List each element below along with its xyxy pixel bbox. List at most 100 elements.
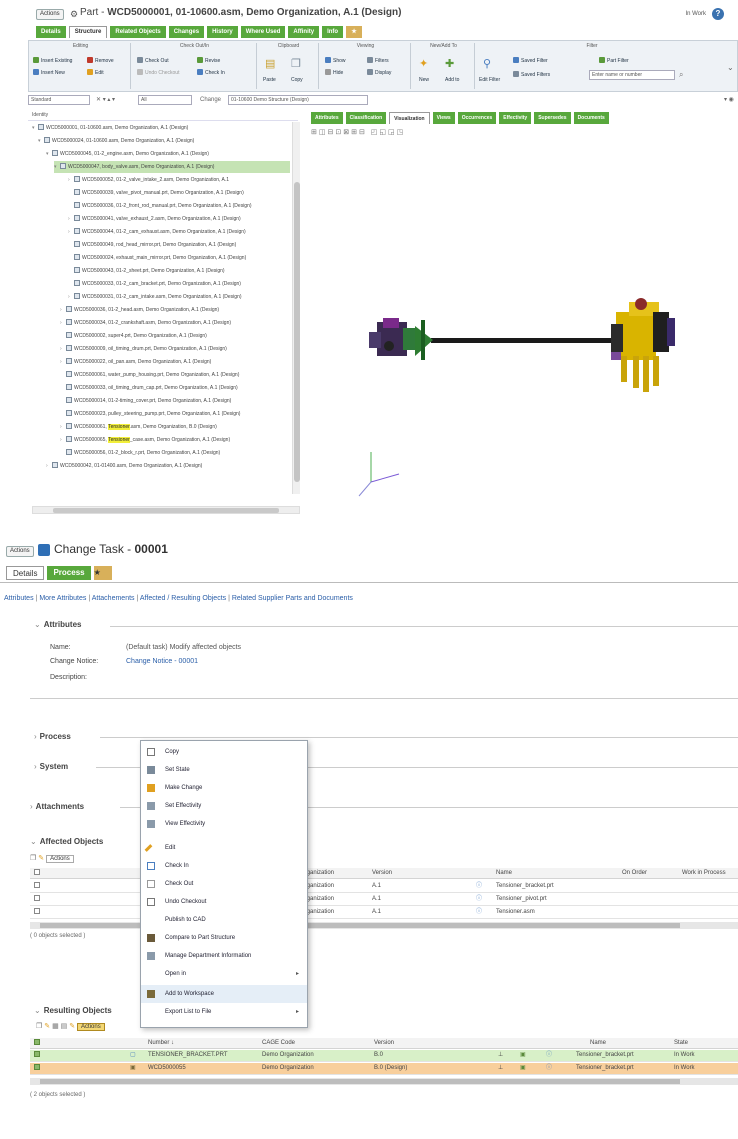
- column-on-order[interactable]: On Order: [622, 868, 647, 878]
- view-icon[interactable]: ▣: [520, 1063, 526, 1074]
- link-affected-resulting[interactable]: Affected / Resulting Objects: [140, 595, 226, 602]
- clear-search-icon[interactable]: ✕ ▾ ▴ ▾: [96, 95, 115, 105]
- filter-search-icon[interactable]: ⌕: [679, 70, 683, 80]
- show-button[interactable]: Show: [325, 57, 346, 64]
- tab-details[interactable]: Details: [36, 26, 66, 38]
- tree-row[interactable]: WCD5000033, 01-2_cam_bracket.prt, Demo O…: [74, 278, 241, 290]
- grid-icon[interactable]: ▦: [52, 1023, 59, 1030]
- menu-item-copy[interactable]: Copy: [141, 743, 307, 761]
- edit-pencil-icon[interactable]: ✎: [44, 1023, 50, 1030]
- info-icon[interactable]: ⓘ: [546, 1063, 552, 1074]
- table-row-selected[interactable]: ▢ TENSIONER_BRACKET.PRT Demo Organizatio…: [30, 1050, 738, 1062]
- insert-existing-button[interactable]: Insert Existing: [33, 57, 72, 64]
- menu-item-publish-to-cad[interactable]: Publish to CAD: [141, 911, 307, 929]
- actions-menu-button[interactable]: Actions: [6, 546, 34, 557]
- hide-button[interactable]: Hide: [325, 69, 343, 76]
- tree-row[interactable]: › WCD5000041, valve_exhaust_2.asm, Demo O…: [68, 213, 241, 225]
- edit-pencil-icon[interactable]: ✎: [38, 855, 44, 862]
- tab-add-star-icon[interactable]: ★: [346, 26, 363, 38]
- section-affected-objects[interactable]: ⌄ Affected Objects: [30, 837, 103, 846]
- tree-row[interactable]: › WCD5000022, oil_pan.asm, Demo Organizat…: [60, 356, 211, 368]
- tree-header[interactable]: Identity: [28, 112, 298, 121]
- copy-icon[interactable]: ❐: [30, 855, 36, 862]
- tree-horizontal-scrollbar[interactable]: [32, 506, 300, 514]
- tree-row[interactable]: › WCD5000052, 01-2_valve_intake_2.asm, De…: [68, 174, 229, 186]
- info-icon[interactable]: ⓘ: [546, 1050, 552, 1061]
- viewer-toolbar[interactable]: ⊞◫⊟⊡⊠⊞⊟ ◰◱◲◳: [311, 128, 405, 138]
- copy-icon[interactable]: ❐: [36, 1023, 42, 1030]
- view-select[interactable]: All: [138, 95, 192, 105]
- menu-item-manage-department[interactable]: Manage Department Information: [141, 947, 307, 965]
- tree-row[interactable]: WCD5000023, pulley_steering_pump.prt, De…: [66, 408, 240, 420]
- select-all-checkbox[interactable]: [34, 1038, 40, 1048]
- ribbon-collapse-chevron-icon[interactable]: ⌄: [727, 63, 734, 72]
- display-button[interactable]: Display: [367, 69, 391, 76]
- menu-item-edit[interactable]: Edit: [141, 839, 307, 857]
- scrollbar-thumb[interactable]: [294, 182, 300, 482]
- tab-visualization[interactable]: Visualization: [389, 112, 430, 124]
- change-view-button[interactable]: Change: [200, 95, 221, 105]
- tab-history[interactable]: History: [207, 26, 238, 38]
- tab-where-used[interactable]: Where Used: [240, 26, 286, 38]
- tab-classification[interactable]: Classification: [345, 112, 387, 124]
- tab-effectivity[interactable]: Effectivity: [499, 112, 532, 124]
- row-checkbox[interactable]: [34, 907, 40, 918]
- section-process[interactable]: › Process: [34, 732, 71, 741]
- column-name[interactable]: Name: [496, 868, 512, 878]
- column-state[interactable]: State: [674, 1038, 688, 1048]
- edit-button[interactable]: Edit: [87, 69, 104, 76]
- filters-button[interactable]: Filters: [367, 57, 389, 64]
- tree-row[interactable]: WCD5000043, 01-2_sheet.prt, Demo Organiz…: [74, 265, 225, 277]
- link-more-attributes[interactable]: More Attributes: [39, 595, 86, 602]
- menu-item-undo-checkout[interactable]: Undo Checkout: [141, 893, 307, 911]
- change-notice-link[interactable]: Change Notice - 00001: [126, 658, 198, 665]
- undo-checkout-button[interactable]: Undo Checkout: [137, 69, 179, 76]
- tab-process[interactable]: Process: [47, 566, 91, 580]
- info-icon[interactable]: ⓘ: [476, 894, 482, 905]
- tab-documents[interactable]: Documents: [573, 112, 609, 124]
- tab-views[interactable]: Views: [432, 112, 455, 124]
- column-cage-code[interactable]: CAGE Code: [262, 1038, 295, 1048]
- link-attachments[interactable]: Attachements: [92, 595, 135, 602]
- menu-item-check-out[interactable]: Check Out: [141, 875, 307, 893]
- new-icon[interactable]: ✦: [419, 57, 428, 70]
- column-version[interactable]: Version: [372, 868, 392, 878]
- tree-row[interactable]: WCD5000036, 01-2_front_rod_manual.prt, D…: [74, 200, 252, 212]
- table-row[interactable]: Organization A.1 ⓘ Tensioner_pivot.prt: [30, 894, 738, 906]
- section-system[interactable]: › System: [34, 762, 68, 771]
- table-icon[interactable]: ▤: [61, 1023, 68, 1030]
- number-cell[interactable]: WCD5000055: [148, 1063, 186, 1074]
- section-resulting-objects[interactable]: ⌄ Resulting Objects: [34, 1006, 112, 1015]
- table-row-selected[interactable]: ▣ WCD5000055 Demo Organization B.0 (Desi…: [30, 1063, 738, 1075]
- check-in-button[interactable]: Check In: [197, 69, 225, 76]
- tree-row[interactable]: › WCD5000031, 01-2_cam_intake.asm, Demo O…: [68, 291, 242, 303]
- menu-item-set-state[interactable]: Set State: [141, 761, 307, 779]
- tree-row[interactable]: › WCD5000036, 01-2_head.asm, Demo Organiz…: [60, 304, 219, 316]
- tree-vertical-scrollbar[interactable]: [292, 122, 300, 494]
- tree-row-selected[interactable]: ▾ WCD5000047, body_valve.asm, Demo Organi…: [54, 161, 290, 173]
- column-work-in-process[interactable]: Work in Process: [682, 868, 726, 878]
- part-filter-button[interactable]: Part Filter: [599, 57, 629, 64]
- table-row[interactable]: Organization A.1 ⓘ Tensioner_bracket.prt: [30, 881, 738, 893]
- view-icon[interactable]: ▣: [520, 1050, 526, 1061]
- tab-occurrences[interactable]: Occurrences: [457, 112, 497, 124]
- tab-attributes[interactable]: Attributes: [311, 112, 343, 124]
- scrollbar-thumb[interactable]: [40, 1079, 680, 1084]
- tab-structure[interactable]: Structure: [68, 26, 108, 38]
- tree-row[interactable]: › WCD5000034, 01-2_crankshaft.asm, Demo O…: [60, 317, 231, 329]
- tree-row[interactable]: › WCD5000009, oil_timing_drum.prt, Demo O…: [60, 343, 227, 355]
- link-related-supplier[interactable]: Related Supplier Parts and Documents: [232, 595, 353, 602]
- tree-row[interactable]: WCD5000061, water_pump_housing.prt, Demo…: [66, 369, 239, 381]
- saved-filters-dropdown[interactable]: Saved Filters: [513, 71, 550, 78]
- menu-item-compare-part-structure[interactable]: Compare to Part Structure: [141, 929, 307, 947]
- tab-changes[interactable]: Changes: [168, 26, 205, 38]
- paste-button[interactable]: Paste: [263, 77, 276, 83]
- structure-icon[interactable]: ⊥: [498, 1050, 503, 1061]
- actions-menu-button[interactable]: Actions: [36, 9, 64, 20]
- edit-filter-button[interactable]: Edit Filter: [479, 77, 500, 83]
- scrollbar-thumb[interactable]: [40, 923, 680, 928]
- tab-add-star-icon[interactable]: ★: [93, 566, 112, 580]
- revise-button[interactable]: Revise: [197, 57, 220, 64]
- tab-affinity[interactable]: Affinity: [288, 26, 320, 38]
- info-icon[interactable]: ⓘ: [476, 907, 482, 918]
